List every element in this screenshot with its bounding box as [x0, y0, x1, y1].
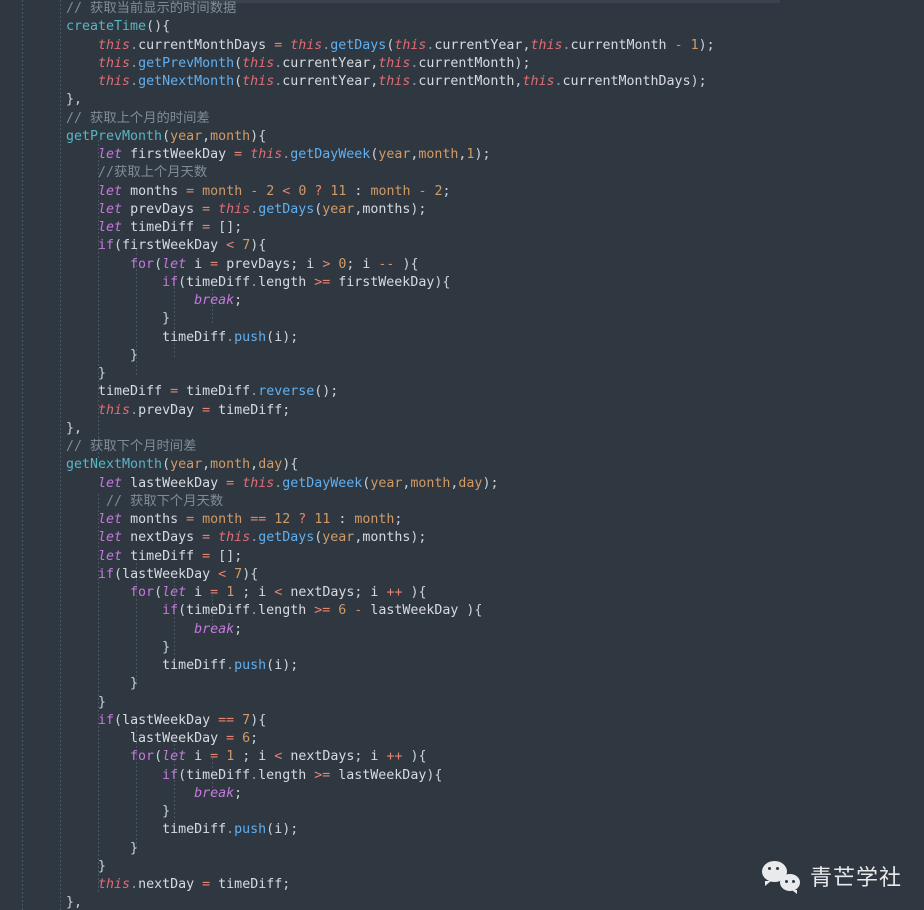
- code-line: break;: [194, 621, 243, 637]
- code-line: }: [98, 694, 107, 710]
- code-line: for(let i = 1 ; i < nextDays; i ++ ){: [130, 749, 427, 765]
- code-line: getNextMonth(year,month,day){: [66, 457, 299, 473]
- code-line: let nextDays = this.getDays(year,months)…: [98, 530, 427, 546]
- code-line: timeDiff = timeDiff.reverse();: [98, 384, 339, 400]
- code-line: if(firstWeekDay < 7){: [98, 238, 267, 254]
- code-line: if(timeDiff.length >= firstWeekDay){: [162, 274, 451, 290]
- code-line: //获取上个月天数: [66, 165, 208, 181]
- code-line: let timeDiff = [];: [98, 220, 243, 235]
- code-line: },: [66, 92, 83, 108]
- code-line: let prevDays = this.getDays(year,months)…: [98, 201, 427, 217]
- code-line: timeDiff.push(i);: [162, 658, 299, 673]
- code-line: }: [162, 804, 171, 819]
- code-content[interactable]: // 获取当前显示的时间数据 createTime(){ this.current…: [0, 0, 924, 910]
- code-line: // 获取上个月的时间差: [66, 110, 210, 126]
- code-line: if(lastWeekDay == 7){: [98, 712, 267, 728]
- wechat-eye-4: [791, 880, 795, 883]
- code-line: let firstWeekDay = this.getDayWeek(year,…: [98, 147, 491, 162]
- wechat-eye-3: [784, 880, 788, 883]
- code-line: },: [66, 420, 83, 436]
- code-line: getPrevMonth(year,month){: [66, 128, 267, 144]
- code-line: this.prevDay = timeDiff;: [98, 402, 291, 418]
- code-line: timeDiff.push(i);: [162, 329, 299, 345]
- code-line: createTime(){: [66, 19, 171, 35]
- code-screenshot: // 获取当前显示的时间数据 createTime(){ this.current…: [0, 0, 924, 910]
- code-line: if(timeDiff.length >= 6 - lastWeekDay ){: [162, 603, 483, 619]
- watermark: 青芒学社: [761, 860, 902, 894]
- code-line: lastWeekDay = 6;: [130, 731, 259, 746]
- code-line: break;: [194, 293, 243, 308]
- code-line: // 获取当前显示的时间数据: [66, 1, 237, 16]
- watermark-label: 青芒学社: [809, 866, 902, 891]
- code-line: let months = month == 12 ? 11 : month;: [98, 512, 403, 527]
- wechat-eye-1: [767, 867, 771, 870]
- code-line: break;: [194, 785, 243, 801]
- code-line: if(lastWeekDay < 7){: [98, 566, 259, 582]
- code-line: }: [130, 840, 139, 856]
- code-line: let timeDiff = [];: [98, 548, 243, 564]
- code-line: // 获取下个月天数: [66, 493, 224, 509]
- code-line: for(let i = prevDays; i > 0; i -- ){: [130, 256, 419, 272]
- code-line: let lastWeekDay = this.getDayWeek(year,m…: [98, 475, 499, 491]
- code-line: }: [162, 639, 171, 655]
- code-line: timeDiff.push(i);: [162, 822, 299, 838]
- code-line: }: [130, 676, 139, 692]
- wechat-eye-2: [775, 867, 779, 870]
- code-line: },: [66, 895, 83, 910]
- code-line: this.getNextMonth(this.currentYear,this.…: [98, 74, 707, 89]
- code-line: for(let i = 1 ; i < nextDays; i ++ ){: [130, 585, 427, 600]
- code-line: let months = month - 2 < 0 ? 11 : month …: [98, 183, 451, 199]
- code-line: }: [98, 366, 107, 381]
- code-line: }: [130, 347, 139, 363]
- code-line: // 获取下个月时间差: [66, 439, 197, 454]
- code-line: this.getPrevMonth(this.currentYear,this.…: [98, 55, 531, 71]
- code-line: }: [162, 311, 171, 327]
- code-line: this.currentMonthDays = this.getDays(thi…: [98, 37, 715, 53]
- code-line: if(timeDiff.length >= lastWeekDay){: [162, 767, 443, 783]
- wechat-bubble-small: [779, 874, 800, 894]
- wechat-icon: [761, 861, 800, 894]
